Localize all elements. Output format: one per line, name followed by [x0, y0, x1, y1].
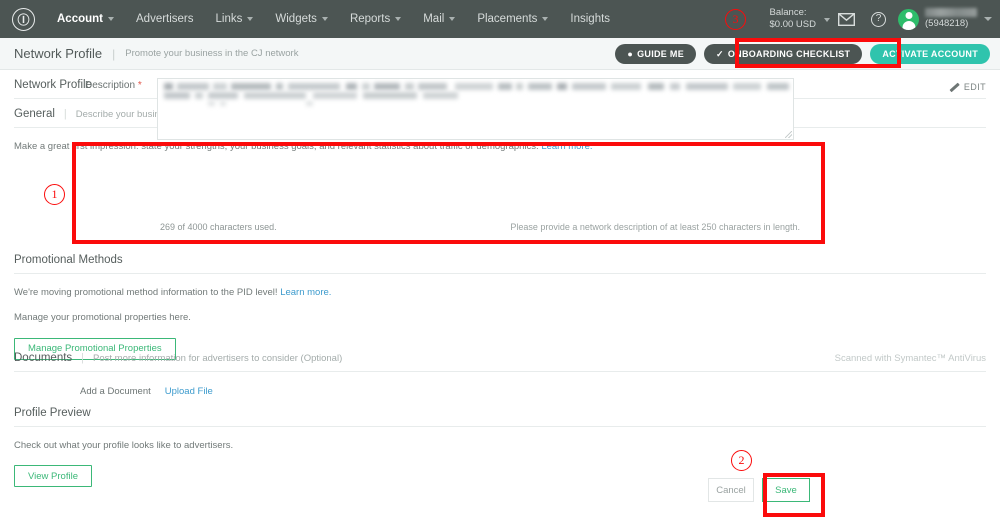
- documents-desc: Post more information for advertisers to…: [93, 353, 343, 364]
- map-pin-icon: ●: [627, 49, 634, 59]
- documents-section: Documents | Post more information for ad…: [0, 343, 1000, 397]
- documents-title: Documents: [14, 352, 73, 364]
- general-title: General: [14, 108, 55, 120]
- cj-logo-icon: Ⓘ: [11, 7, 35, 31]
- general-intro-text: Make a great first impression: state you…: [14, 140, 986, 153]
- promotional-line1: We're moving promotional method informat…: [14, 286, 986, 299]
- annotation-marker-1: 1: [44, 184, 65, 205]
- page-root: Ⓘ Account Advertisers Links Widgets Repo…: [0, 0, 1000, 526]
- section-title: Network Profile: [14, 79, 92, 91]
- activate-account-button[interactable]: ACTIVATE ACCOUNT: [870, 44, 990, 64]
- form-actions: Cancel Save: [708, 478, 810, 502]
- balance-label: Balance:: [769, 7, 807, 18]
- nav-item-placements[interactable]: Placements: [466, 0, 559, 38]
- promotional-section-header: Promotional Methods: [14, 245, 986, 274]
- onboarding-checklist-button[interactable]: ✓ ONBOARDING CHECKLIST: [704, 44, 863, 64]
- chevron-down-icon: [449, 17, 456, 21]
- view-profile-button[interactable]: View Profile: [14, 465, 92, 488]
- pencil-icon: [948, 81, 959, 92]
- balance-display[interactable]: Balance: $0.00 USD: [770, 7, 818, 31]
- nav-item-links[interactable]: Links: [205, 0, 265, 38]
- preview-section-header: Profile Preview: [14, 398, 986, 427]
- nav-item-label: Widgets: [275, 13, 317, 25]
- add-document-row: Add a Document Upload File: [80, 386, 1000, 397]
- upload-file-link[interactable]: Upload File: [165, 386, 213, 397]
- save-button[interactable]: Save: [762, 478, 810, 502]
- nav-item-label: Mail: [423, 13, 445, 25]
- promotional-line1-text: We're moving promotional method informat…: [14, 287, 278, 298]
- description-textarea[interactable]: [157, 78, 794, 140]
- textarea-resize-handle[interactable]: [785, 131, 792, 138]
- general-divider: |: [63, 108, 67, 120]
- documents-divider: |: [81, 352, 85, 364]
- top-navigation-bar: Ⓘ Account Advertisers Links Widgets Repo…: [0, 0, 1000, 38]
- nav-item-reports[interactable]: Reports: [339, 0, 412, 38]
- activate-account-label: ACTIVATE ACCOUNT: [882, 49, 978, 59]
- nav-item-insights[interactable]: Insights: [559, 0, 621, 38]
- save-label: Save: [775, 484, 797, 496]
- user-id: (5948218): [925, 18, 969, 29]
- avatar[interactable]: [898, 8, 919, 30]
- required-asterisk: *: [137, 80, 142, 91]
- nav-item-account[interactable]: Account: [46, 0, 125, 38]
- main-nav-items: Account Advertisers Links Widgets Report…: [46, 0, 621, 38]
- subheader-actions: ● GUIDE ME ✓ ONBOARDING CHECKLIST ACTIVA…: [615, 38, 990, 70]
- add-document-label: Add a Document: [80, 386, 151, 397]
- description-hint: Please provide a network description of …: [510, 222, 800, 232]
- view-profile-label: View Profile: [28, 470, 78, 482]
- character-counter: 269 of 4000 characters used.: [160, 222, 277, 232]
- cancel-button[interactable]: Cancel: [708, 478, 754, 502]
- edit-label: EDIT: [963, 81, 986, 92]
- check-icon: ✓: [716, 48, 724, 59]
- preview-desc: Check out what your profile looks like t…: [14, 440, 234, 451]
- cancel-label: Cancel: [716, 484, 746, 496]
- mail-button[interactable]: [830, 12, 863, 26]
- promotional-title: Promotional Methods: [14, 254, 123, 266]
- chevron-down-icon: [108, 17, 114, 21]
- guide-me-label: GUIDE ME: [637, 49, 685, 59]
- description-label: Description *: [85, 78, 157, 91]
- onboarding-checklist-label: ONBOARDING CHECKLIST: [727, 49, 851, 59]
- description-footer: 269 of 4000 characters used. Please prov…: [160, 222, 800, 232]
- chevron-down-icon: [395, 17, 402, 21]
- documents-section-header: Documents | Post more information for ad…: [14, 343, 986, 372]
- general-learn-more-link[interactable]: Learn more.: [541, 141, 592, 152]
- nav-item-label: Account: [57, 13, 103, 25]
- nav-item-mail[interactable]: Mail: [412, 0, 466, 38]
- nav-item-advertisers[interactable]: Advertisers: [125, 0, 205, 38]
- nav-item-label: Insights: [570, 13, 611, 25]
- guide-me-button[interactable]: ● GUIDE ME: [615, 44, 697, 64]
- page-title: Network Profile: [14, 46, 103, 61]
- chevron-down-icon: [542, 17, 549, 21]
- nav-right-cluster: Balance: $0.00 USD ? (5948218): [770, 0, 1000, 38]
- balance-value: $0.00 USD: [769, 19, 816, 30]
- edit-button[interactable]: EDIT: [948, 81, 986, 92]
- subheader-divider: |: [112, 46, 116, 61]
- profile-preview-section: Profile Preview Check out what your prof…: [0, 398, 1000, 488]
- nav-item-label: Links: [215, 13, 243, 25]
- chevron-down-icon: [247, 17, 254, 21]
- cj-logo[interactable]: Ⓘ: [0, 7, 46, 31]
- page-subtitle: Promote your business in the CJ network: [125, 48, 299, 59]
- nav-item-widgets[interactable]: Widgets: [264, 0, 339, 38]
- promotional-learn-more-link[interactable]: Learn more.: [280, 287, 331, 298]
- promotional-line2: Manage your promotional properties here.: [14, 312, 191, 324]
- nav-item-label: Advertisers: [136, 13, 194, 25]
- chevron-down-icon[interactable]: [984, 17, 992, 21]
- nav-item-label: Reports: [349, 13, 391, 25]
- question-mark-icon: ?: [871, 11, 886, 27]
- chevron-down-icon: [321, 17, 328, 21]
- antivirus-note: Scanned with Symantec™ AntiVirus: [834, 353, 986, 364]
- nav-item-label: Placements: [477, 13, 538, 25]
- general-intro: Make a great first impression: state you…: [14, 141, 539, 152]
- envelope-icon: [838, 12, 855, 26]
- user-account-menu[interactable]: (5948218): [925, 8, 977, 30]
- user-name-redacted: [925, 8, 977, 17]
- preview-title: Profile Preview: [14, 407, 91, 419]
- description-field-row: Description *: [85, 78, 794, 140]
- description-label-text: Description: [85, 80, 136, 91]
- help-button[interactable]: ?: [863, 11, 894, 27]
- page-subheader: Network Profile | Promote your business …: [0, 38, 1000, 70]
